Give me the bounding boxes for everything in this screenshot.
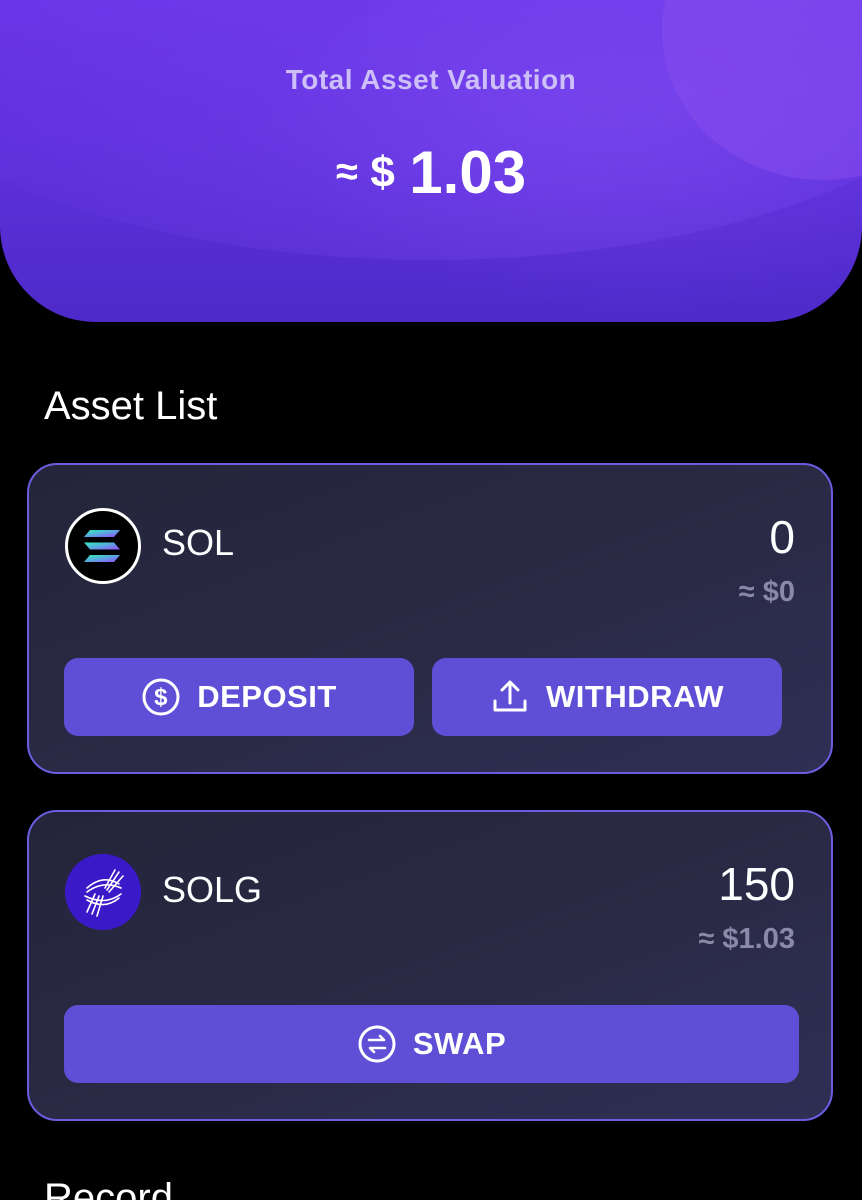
asset-name: SOL — [162, 522, 235, 563]
approx-symbol: ≈ — [335, 150, 358, 194]
asset-name: SOLG — [162, 869, 263, 910]
total-amount: 1.03 — [409, 139, 527, 206]
record-title: Record — [44, 1176, 173, 1200]
asset-list-title: Asset List — [44, 384, 218, 428]
asset-usd-value: ≈ $1.03 — [698, 923, 795, 955]
currency-symbol: $ — [370, 147, 395, 197]
asset-card-solg: SOLG 150 ≈ $1.03 SWAP — [27, 810, 833, 1121]
dollar-circle-icon: $ — [141, 677, 181, 717]
wallet-page: Total Asset Valuation ≈ $ 1.03 Asset Lis… — [0, 0, 862, 1200]
total-asset-header: Total Asset Valuation ≈ $ 1.03 — [0, 0, 862, 322]
swap-arrows-icon — [357, 1024, 397, 1064]
deposit-label: DEPOSIT — [197, 679, 337, 714]
asset-amount: 0 — [769, 511, 795, 563]
withdraw-label: WITHDRAW — [546, 679, 724, 714]
asset-usd-value: ≈ $0 — [738, 576, 795, 608]
total-asset-value: ≈ $ 1.03 — [0, 138, 862, 207]
solana-logo-icon — [65, 508, 141, 584]
total-asset-label: Total Asset Valuation — [285, 64, 577, 95]
svg-text:$: $ — [154, 684, 168, 711]
upload-icon — [490, 677, 530, 717]
swap-label: SWAP — [412, 1026, 507, 1061]
deposit-button[interactable]: $ DEPOSIT — [64, 658, 414, 736]
withdraw-button[interactable]: WITHDRAW — [432, 658, 782, 736]
solg-logo-icon — [65, 854, 141, 930]
swap-button[interactable]: SWAP — [64, 1005, 799, 1083]
asset-amount: 150 — [718, 858, 795, 910]
asset-card-sol: SOL 0 ≈ $0 $ DEPOSIT WITHDRAW — [27, 463, 833, 774]
